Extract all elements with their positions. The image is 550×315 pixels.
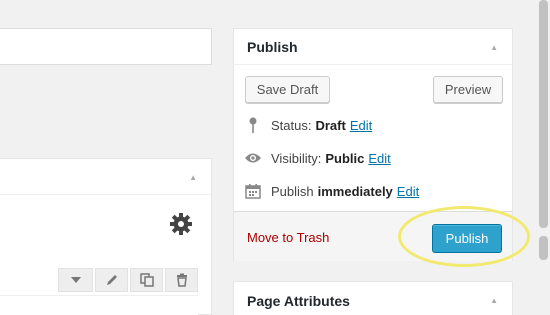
status-edit-link[interactable]: Edit bbox=[350, 118, 372, 133]
calendar-icon bbox=[244, 183, 262, 199]
editor-panel-body bbox=[0, 295, 198, 315]
visibility-value: Public bbox=[325, 150, 365, 166]
eye-icon bbox=[244, 150, 262, 166]
schedule-value: immediately bbox=[317, 183, 393, 199]
page-attributes-title: Page Attributes bbox=[247, 293, 350, 309]
editor-panel: ▲ bbox=[0, 158, 212, 315]
collapse-arrow-icon[interactable]: ▲ bbox=[490, 43, 498, 52]
preview-button[interactable]: Preview bbox=[433, 76, 503, 103]
visibility-row: Visibility: Public Edit bbox=[244, 148, 391, 168]
collapse-arrow-icon[interactable]: ▲ bbox=[189, 173, 197, 182]
pin-icon bbox=[244, 117, 262, 133]
scrollbar-thumb-secondary[interactable] bbox=[539, 236, 548, 260]
copy-icon[interactable] bbox=[130, 268, 163, 292]
status-value: Draft bbox=[315, 117, 346, 133]
schedule-label: Publish bbox=[271, 183, 314, 199]
collapse-arrow-icon[interactable]: ▲ bbox=[490, 296, 498, 305]
pencil-icon[interactable] bbox=[95, 268, 128, 292]
schedule-row: Publish immediately Edit bbox=[244, 181, 419, 201]
trash-icon[interactable] bbox=[165, 268, 198, 292]
save-draft-button[interactable]: Save Draft bbox=[245, 76, 330, 103]
publish-box-header: Publish ▲ bbox=[234, 29, 512, 65]
highlight-annotation bbox=[398, 206, 530, 267]
status-label: Status: bbox=[271, 117, 312, 133]
visibility-label: Visibility: bbox=[271, 150, 322, 166]
editor-panel-header: ▲ bbox=[0, 159, 211, 195]
dropdown-arrow-icon[interactable] bbox=[58, 268, 93, 292]
move-to-trash-link[interactable]: Move to Trash bbox=[247, 230, 329, 245]
schedule-edit-link[interactable]: Edit bbox=[397, 184, 419, 199]
publish-box-title: Publish bbox=[247, 39, 298, 55]
gear-icon[interactable] bbox=[168, 211, 194, 237]
scrollbar-thumb[interactable] bbox=[539, 0, 548, 228]
page-attributes-box: Page Attributes ▲ bbox=[233, 281, 513, 315]
visibility-edit-link[interactable]: Edit bbox=[368, 151, 390, 166]
status-row: Status: Draft Edit bbox=[244, 115, 372, 135]
title-input[interactable] bbox=[0, 28, 212, 65]
block-toolbar bbox=[58, 268, 198, 292]
scrollbar[interactable] bbox=[537, 0, 550, 315]
